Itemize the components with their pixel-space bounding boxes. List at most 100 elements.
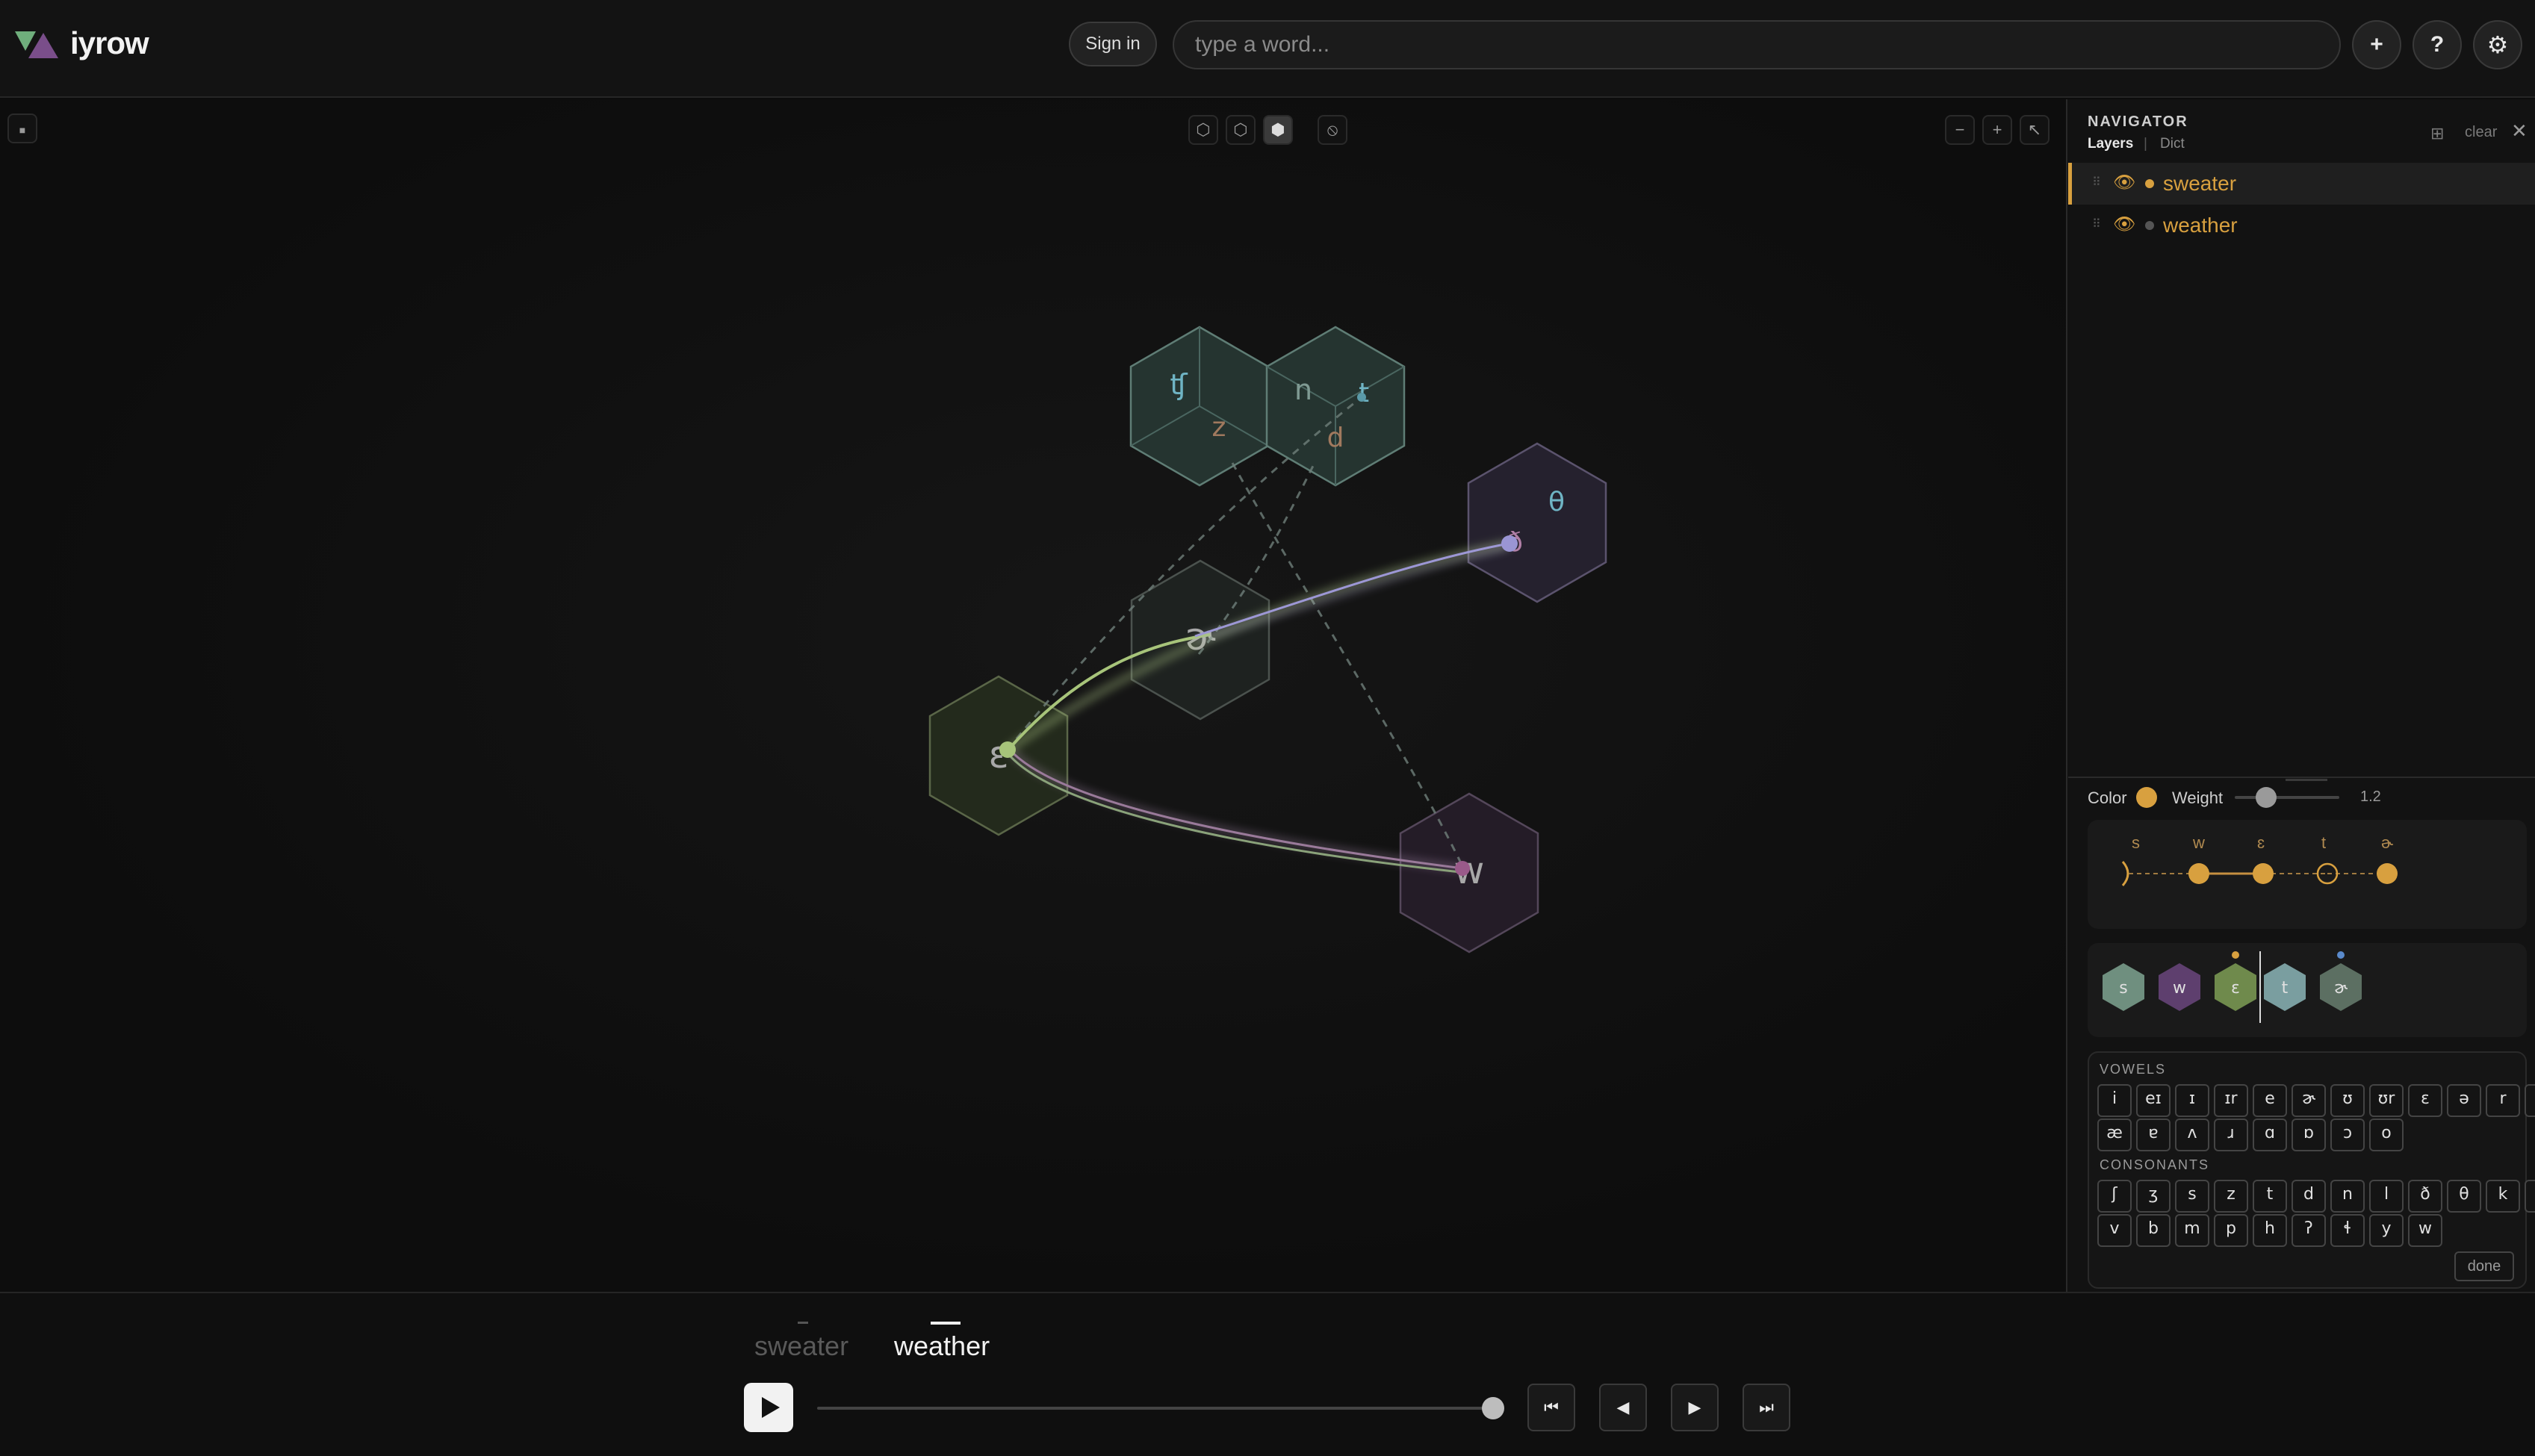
ipa-key[interactable]: ɹ bbox=[2214, 1119, 2248, 1151]
step-back-button[interactable]: ◀ bbox=[1599, 1384, 1647, 1431]
consonants-row-2: vbmphʔɬyw bbox=[2097, 1214, 2442, 1247]
play-icon bbox=[762, 1397, 780, 1418]
ipa-key[interactable]: ɪr bbox=[2214, 1084, 2248, 1117]
vowels-row-2: æɐʌɹɑɒɔo bbox=[2097, 1119, 2404, 1151]
hex-epsilon[interactable]: ɛ bbox=[928, 675, 1069, 836]
resize-handle[interactable] bbox=[2286, 779, 2327, 781]
tab-dict[interactable]: Dict bbox=[2160, 136, 2185, 152]
ipa-key[interactable]: ʊr bbox=[2369, 1084, 2404, 1117]
ipa-key[interactable]: ʊ bbox=[2330, 1084, 2365, 1117]
ipa-key[interactable]: ɔ bbox=[2330, 1119, 2365, 1151]
node-eth[interactable] bbox=[1501, 535, 1518, 552]
ipa-key[interactable]: i bbox=[2097, 1084, 2132, 1117]
hex-theta-eth[interactable]: θ ð bbox=[1467, 442, 1607, 603]
consonants-label: CONSONANTS bbox=[2100, 1157, 2210, 1172]
ipa-key[interactable]: ɚ bbox=[2292, 1084, 2326, 1117]
tile-s[interactable]: s bbox=[2103, 963, 2144, 1011]
ipa-key[interactable]: n bbox=[2330, 1180, 2365, 1213]
tile-er[interactable]: ɚ bbox=[2320, 951, 2362, 1011]
hex-ts-z[interactable]: ʧ z bbox=[1129, 326, 1270, 487]
ipa-key[interactable]: p bbox=[2214, 1214, 2248, 1247]
phoneme-tiles[interactable]: s w ɛ t ɚ bbox=[2095, 948, 2379, 1035]
tile-epsilon[interactable]: ɛ bbox=[2215, 951, 2256, 1011]
drag-handle-icon[interactable]: ⠿ bbox=[2092, 175, 2101, 190]
ipa-key[interactable]: ð bbox=[2408, 1180, 2442, 1213]
ipa-key[interactable]: ʔ bbox=[2292, 1214, 2326, 1247]
logo-icon bbox=[15, 31, 58, 58]
node-epsilon[interactable] bbox=[999, 741, 1016, 758]
weight-value: 1.2 bbox=[2360, 788, 2381, 805]
node-t[interactable] bbox=[1357, 393, 1366, 402]
clear-button[interactable]: clear bbox=[2465, 124, 2497, 141]
ipa-key[interactable]: s bbox=[2175, 1180, 2209, 1213]
ipa-key[interactable]: ʒ bbox=[2136, 1180, 2171, 1213]
layer-row-weather[interactable]: ⠿ 👁 weather bbox=[2068, 205, 2535, 246]
step-forward-button[interactable]: ▶ bbox=[1671, 1384, 1719, 1431]
ipa-key[interactable]: d bbox=[2292, 1180, 2326, 1213]
tile-w[interactable]: w bbox=[2159, 963, 2200, 1011]
word-tab-weather[interactable]: weather bbox=[894, 1331, 990, 1362]
sign-in-button[interactable]: Sign in bbox=[1069, 22, 1157, 66]
hex-label-primary: θ bbox=[1548, 487, 1565, 517]
drag-handle-icon[interactable]: ⠿ bbox=[2092, 217, 2101, 231]
search-input[interactable] bbox=[1173, 20, 2341, 69]
word-indicator-active bbox=[931, 1322, 961, 1325]
tab-layers[interactable]: Layers bbox=[2088, 136, 2133, 152]
play-button[interactable] bbox=[744, 1383, 793, 1432]
done-button[interactable]: done bbox=[2454, 1251, 2514, 1281]
vowels-label: VOWELS bbox=[2100, 1062, 2167, 1077]
tile-t[interactable]: t bbox=[2264, 963, 2306, 1011]
ipa-key[interactable]: θ bbox=[2447, 1180, 2481, 1213]
eye-icon[interactable]: 👁 bbox=[2113, 172, 2135, 193]
ipa-key[interactable]: y bbox=[2369, 1214, 2404, 1247]
sequence-track[interactable] bbox=[2114, 856, 2413, 892]
settings-button[interactable]: ⚙ bbox=[2473, 20, 2522, 69]
ipa-key[interactable]: v bbox=[2097, 1214, 2132, 1247]
ipa-key[interactable]: r bbox=[2486, 1084, 2520, 1117]
ipa-key[interactable]: m bbox=[2175, 1214, 2209, 1247]
phoneme-graph[interactable]: ʧ z n t d θ ð ɚ ɛ w bbox=[0, 99, 2066, 1292]
ipa-key[interactable]: ɝ bbox=[2525, 1084, 2535, 1117]
ipa-key[interactable]: l bbox=[2369, 1180, 2404, 1213]
ipa-key[interactable]: o bbox=[2369, 1119, 2404, 1151]
ipa-key[interactable]: t bbox=[2253, 1180, 2287, 1213]
weight-slider-track[interactable] bbox=[2235, 796, 2339, 799]
ipa-key[interactable]: ɐ bbox=[2136, 1119, 2171, 1151]
ipa-key[interactable]: ɛ bbox=[2408, 1084, 2442, 1117]
ipa-key[interactable]: ɑ bbox=[2253, 1119, 2287, 1151]
ipa-key[interactable]: h bbox=[2253, 1214, 2287, 1247]
ipa-key[interactable]: k bbox=[2486, 1180, 2520, 1213]
skip-end-button[interactable]: ⏭ bbox=[1743, 1384, 1790, 1431]
step-back-icon: ◀ bbox=[1616, 1398, 1630, 1416]
ipa-key[interactable]: ɒ bbox=[2292, 1119, 2326, 1151]
ipa-key[interactable]: b bbox=[2136, 1214, 2171, 1247]
grid-view-button[interactable]: ⊞ bbox=[2430, 124, 2444, 143]
ipa-key[interactable]: ʌ bbox=[2175, 1119, 2209, 1151]
ipa-key[interactable]: ə bbox=[2447, 1084, 2481, 1117]
word-tab-sweater[interactable]: sweater bbox=[754, 1331, 848, 1362]
ipa-key[interactable]: ɬ bbox=[2330, 1214, 2365, 1247]
ipa-key[interactable]: æ bbox=[2097, 1119, 2132, 1151]
ipa-key[interactable]: e bbox=[2253, 1084, 2287, 1117]
node-w[interactable] bbox=[1455, 861, 1470, 876]
ipa-key[interactable]: eɪ bbox=[2136, 1084, 2171, 1117]
progress-thumb[interactable] bbox=[1482, 1397, 1504, 1419]
hex-n-t-d[interactable]: n t d bbox=[1265, 326, 1406, 487]
sequence-label: s bbox=[2132, 833, 2140, 852]
ipa-key[interactable]: w bbox=[2408, 1214, 2442, 1247]
add-button[interactable]: + bbox=[2352, 20, 2401, 69]
ipa-key[interactable]: ɪ bbox=[2175, 1084, 2209, 1117]
weight-slider-thumb[interactable] bbox=[2256, 787, 2277, 808]
ipa-key[interactable]: g bbox=[2525, 1180, 2535, 1213]
help-button[interactable]: ? bbox=[2413, 20, 2462, 69]
close-navigator-button[interactable]: ✕ bbox=[2511, 119, 2528, 143]
tab-separator: | bbox=[2144, 136, 2147, 152]
ipa-key[interactable]: ʃ bbox=[2097, 1180, 2132, 1213]
ipa-key[interactable]: z bbox=[2214, 1180, 2248, 1213]
color-swatch[interactable] bbox=[2136, 787, 2157, 808]
skip-start-button[interactable]: ⏮ bbox=[1527, 1384, 1575, 1431]
progress-track[interactable] bbox=[817, 1407, 1497, 1410]
layer-row-sweater[interactable]: ⠿ 👁 sweater bbox=[2068, 163, 2535, 205]
eye-icon[interactable]: 👁 bbox=[2113, 214, 2135, 235]
hex-w[interactable]: w bbox=[1399, 792, 1539, 953]
